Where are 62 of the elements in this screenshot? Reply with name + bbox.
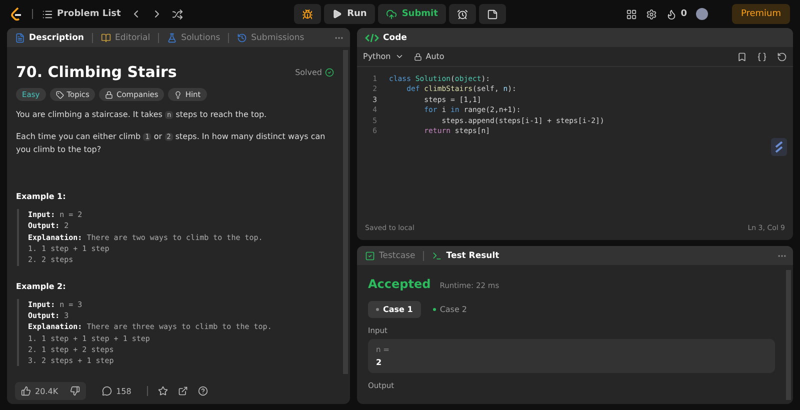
lock-icon (105, 90, 114, 98)
note-icon (486, 8, 498, 20)
panel-tab[interactable]: Test Result (430, 250, 502, 260)
terminal-icon (432, 250, 442, 260)
auto-mode[interactable]: Auto (414, 52, 444, 61)
debug-button[interactable] (294, 4, 322, 24)
solved-status: Solved (295, 68, 334, 76)
notes-button[interactable] (478, 4, 506, 24)
tag-icon (56, 90, 64, 98)
book-icon (100, 32, 111, 42)
timer-button[interactable] (448, 4, 476, 24)
shuffle-icon[interactable] (172, 8, 183, 20)
slash-icon (774, 141, 784, 153)
problem-title: 70. Climbing Stairs (16, 63, 177, 81)
logo-icon[interactable] (10, 7, 23, 21)
language-select[interactable]: Python (363, 52, 404, 61)
star-icon[interactable] (158, 386, 168, 396)
submit-button[interactable]: Submit (378, 4, 446, 24)
example-heading: Example 1: (16, 192, 67, 202)
lock-icon (414, 52, 422, 60)
bug-icon (302, 8, 314, 20)
alarm-clock-icon (456, 8, 468, 20)
panel-tab[interactable]: Solutions (165, 32, 222, 42)
code-tab[interactable]: Code (363, 32, 409, 42)
check-icon (365, 250, 375, 260)
reset-icon[interactable] (777, 52, 787, 62)
thumbs-down-icon (70, 386, 80, 396)
list-icon (42, 8, 53, 20)
cloud-upload-icon (386, 8, 397, 20)
history-icon (237, 32, 248, 42)
premium-button[interactable]: Premium (732, 4, 790, 24)
verdict: Accepted (368, 277, 431, 291)
example-heading: Example 2: (16, 282, 67, 291)
panel-tab[interactable]: Testcase (363, 250, 418, 260)
play-icon (332, 9, 342, 19)
comments-button[interactable]: 158 (96, 382, 138, 400)
settings-icon[interactable] (646, 8, 657, 20)
case-tab[interactable]: Case 1 (368, 301, 421, 318)
bookmark-icon[interactable] (737, 52, 747, 62)
code-icon (365, 32, 379, 42)
panel-tab[interactable]: Editorial (98, 32, 152, 42)
case-tab[interactable]: Case 2 (424, 301, 476, 318)
comment-icon (102, 386, 112, 396)
flame-icon (666, 8, 677, 20)
panel-tab[interactable]: Description (13, 32, 86, 42)
braces-icon[interactable] (757, 52, 767, 62)
thumbs-up-icon (21, 386, 31, 396)
check-icon (325, 68, 334, 76)
panel-tab[interactable]: Submissions (235, 32, 306, 42)
bulb-icon (174, 90, 182, 98)
grid-icon[interactable] (626, 8, 637, 20)
share-icon[interactable] (178, 386, 188, 396)
flask-icon (167, 32, 178, 42)
streak-counter[interactable]: 0 (666, 8, 687, 20)
avatar[interactable] (696, 8, 708, 20)
scrollbar[interactable] (786, 270, 791, 400)
run-button[interactable]: Run (324, 4, 375, 24)
assistant-button[interactable] (771, 138, 787, 156)
caret-icon (394, 52, 404, 61)
problem-list-link[interactable]: Problem List (42, 8, 121, 20)
help-icon[interactable] (198, 386, 208, 396)
doc-icon (15, 32, 25, 42)
